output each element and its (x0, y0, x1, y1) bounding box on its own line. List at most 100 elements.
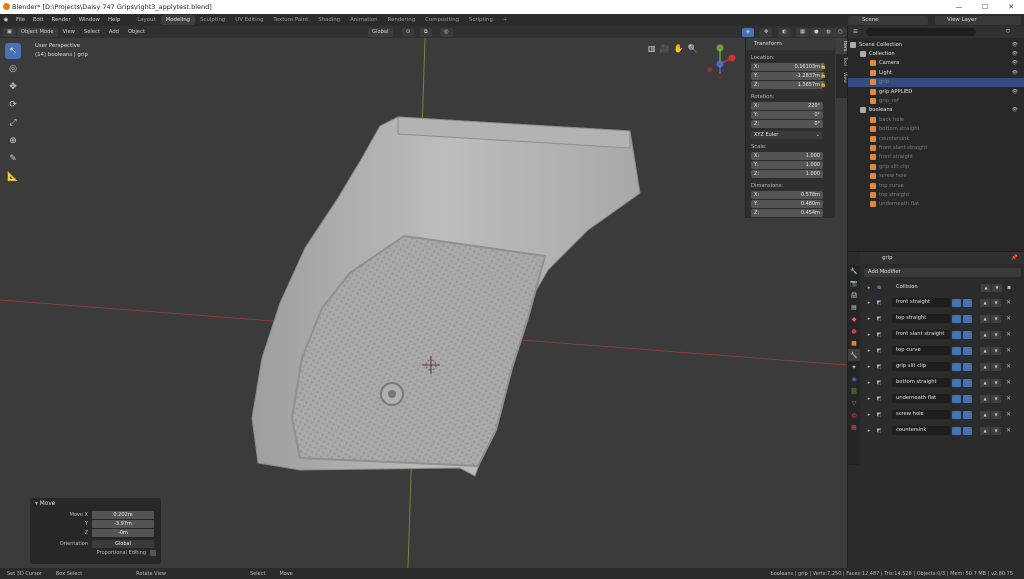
remove-modifier-icon[interactable]: ✕ (1006, 395, 1011, 402)
outliner-item[interactable]: front straight (848, 153, 1024, 162)
texture-properties-icon[interactable]: ▩ (848, 421, 860, 433)
xray-icon[interactable]: ▦ (796, 27, 809, 37)
visibility-eye-icon[interactable]: 👁 (1012, 51, 1018, 57)
gizmo-toggle-icon[interactable]: ✥ (760, 27, 773, 37)
menu-edit[interactable]: Edit (29, 17, 47, 23)
constraints-properties-icon[interactable]: ⛓ (848, 385, 860, 397)
remove-modifier-icon[interactable]: ✕ (1006, 379, 1011, 386)
menu-file[interactable]: File (12, 17, 29, 23)
modifier-properties-icon[interactable]: 🔧 (848, 349, 860, 361)
show-in-viewport-toggle[interactable] (952, 410, 961, 419)
menu-help[interactable]: Help (104, 17, 124, 23)
tab-item[interactable]: Item (836, 38, 847, 55)
move-down-button[interactable]: ▼ (991, 378, 1001, 387)
add-workspace-button[interactable]: + (498, 15, 513, 25)
move-up-button[interactable]: ▲ (981, 283, 991, 292)
tool-properties-icon[interactable]: 🔧 (848, 265, 860, 277)
expand-arrow-icon[interactable]: ▸ (864, 332, 874, 338)
orientation-select[interactable]: Global (92, 539, 154, 548)
outliner-item[interactable]: front slant straight (848, 143, 1024, 152)
move-down-button[interactable]: ▼ (991, 426, 1001, 435)
material-properties-icon[interactable]: ◍ (848, 409, 860, 421)
close-button[interactable]: ✕ (998, 0, 1024, 14)
expand-arrow-icon[interactable]: ▸ (864, 396, 874, 402)
show-in-render-toggle[interactable] (963, 362, 972, 371)
outliner-item[interactable]: back hole (848, 115, 1024, 124)
move-down-button[interactable]: ▼ (991, 330, 1001, 339)
move-down-button[interactable]: ▼ (991, 314, 1001, 323)
show-in-viewport-toggle[interactable] (952, 346, 961, 355)
particles-properties-icon[interactable]: ✦ (848, 361, 860, 373)
show-in-viewport-toggle[interactable] (952, 314, 961, 323)
dimension-x-field[interactable]: X: 0.578m (751, 191, 823, 199)
outliner-item[interactable]: screw hole (848, 171, 1024, 180)
move-down-button[interactable]: ▼ (991, 298, 1001, 307)
show-in-render-toggle[interactable] (963, 298, 972, 307)
tab-uv-editing[interactable]: UV Editing (230, 15, 268, 25)
measure-tool-icon[interactable]: 📐 (5, 169, 21, 185)
move-up-button[interactable]: ▲ (980, 330, 990, 339)
tab-sculpting[interactable]: Sculpting (195, 15, 230, 25)
move-z-field[interactable]: -0m (92, 528, 154, 537)
show-in-viewport-toggle[interactable] (952, 330, 961, 339)
visibility-eye-icon[interactable]: 👁 (1012, 89, 1018, 95)
outliner-item[interactable]: Camera 👁 (848, 59, 1024, 68)
visibility-icon[interactable]: ◈ (742, 27, 754, 37)
show-in-render-toggle[interactable] (963, 378, 972, 387)
tab-shading[interactable]: Shading (313, 15, 345, 25)
move-down-button[interactable]: ▼ (991, 394, 1001, 403)
show-in-viewport-toggle[interactable] (952, 378, 961, 387)
show-in-viewport-toggle[interactable] (952, 394, 961, 403)
physics-properties-icon[interactable]: ◉ (848, 373, 860, 385)
show-in-viewport-toggle[interactable] (952, 298, 961, 307)
location-x-field[interactable]: X: 0.16103m (751, 63, 823, 71)
menu-view[interactable]: View (59, 28, 79, 37)
menu-render[interactable]: Render (47, 17, 74, 23)
tab-compositing[interactable]: Compositing (420, 15, 464, 25)
move-up-button[interactable]: ▲ (980, 362, 990, 371)
move-down-button[interactable]: ▼ (991, 410, 1001, 419)
scale-tool-icon[interactable]: ⤢ (5, 115, 21, 131)
shading-material-icon[interactable]: ◍ (822, 27, 835, 37)
add-modifier-dropdown[interactable]: Add Modifier (864, 268, 1021, 277)
outliner-item[interactable]: grip APPLIED 👁 (848, 87, 1024, 96)
tab-tool[interactable]: Tool (836, 54, 847, 69)
dimension-z-field[interactable]: Z: 0.454m (751, 209, 823, 217)
modifier-name[interactable]: screw hole (892, 410, 950, 419)
move-up-button[interactable]: ▲ (980, 378, 990, 387)
outliner-item[interactable]: booleans 👁 (848, 106, 1024, 115)
modifier-name[interactable]: grip slit clip (892, 362, 950, 371)
cursor-tool-icon[interactable]: ◎ (5, 61, 21, 77)
expand-arrow-icon[interactable]: ▸ (864, 300, 874, 306)
move-panel-title[interactable]: ▾ Move (30, 498, 161, 510)
modifier-name[interactable]: top straight (892, 314, 950, 323)
modifier-name[interactable]: top curve (892, 346, 950, 355)
camera-view-icon[interactable]: 🎥 (660, 44, 670, 53)
modifier-name[interactable]: Collision (892, 283, 980, 292)
output-properties-icon[interactable]: 🖨 (848, 289, 860, 301)
annotate-tool-icon[interactable]: ✎ (5, 151, 21, 167)
move-up-button[interactable]: ▲ (980, 346, 990, 355)
location-y-field[interactable]: Y: -1.2837m (751, 72, 823, 80)
outliner-item[interactable]: Light 👁 (848, 68, 1024, 77)
outliner-item[interactable]: top curve (848, 181, 1024, 190)
tab-modeling[interactable]: Modeling (160, 15, 196, 25)
blender-menu-icon[interactable]: ◉ (0, 17, 12, 23)
expand-arrow-icon[interactable]: ▸ (864, 348, 874, 354)
snap-icon[interactable]: ⧉ (420, 27, 432, 37)
remove-modifier-icon[interactable]: ✕ (1006, 363, 1011, 370)
overlays-icon[interactable]: ◐ (778, 27, 791, 37)
menu-window[interactable]: Window (75, 17, 104, 23)
pan-hand-icon[interactable]: ✋ (674, 44, 684, 53)
show-in-render-toggle[interactable] (963, 346, 972, 355)
expand-arrow-icon[interactable]: ▸ (864, 412, 874, 418)
rotate-tool-icon[interactable]: ⟳ (5, 97, 21, 113)
remove-icon[interactable]: ▪ (1007, 284, 1011, 291)
move-up-button[interactable]: ▲ (980, 314, 990, 323)
lock-icon[interactable]: 🔓 (820, 64, 828, 72)
outliner-item[interactable]: bottom straight (848, 125, 1024, 134)
show-in-render-toggle[interactable] (963, 410, 972, 419)
rotation-mode-dropdown[interactable]: XYZ Euler ⌄ (751, 131, 823, 139)
pin-icon[interactable]: 📌 (1011, 255, 1018, 261)
view-layer-selector[interactable]: View Layer (935, 15, 1021, 25)
